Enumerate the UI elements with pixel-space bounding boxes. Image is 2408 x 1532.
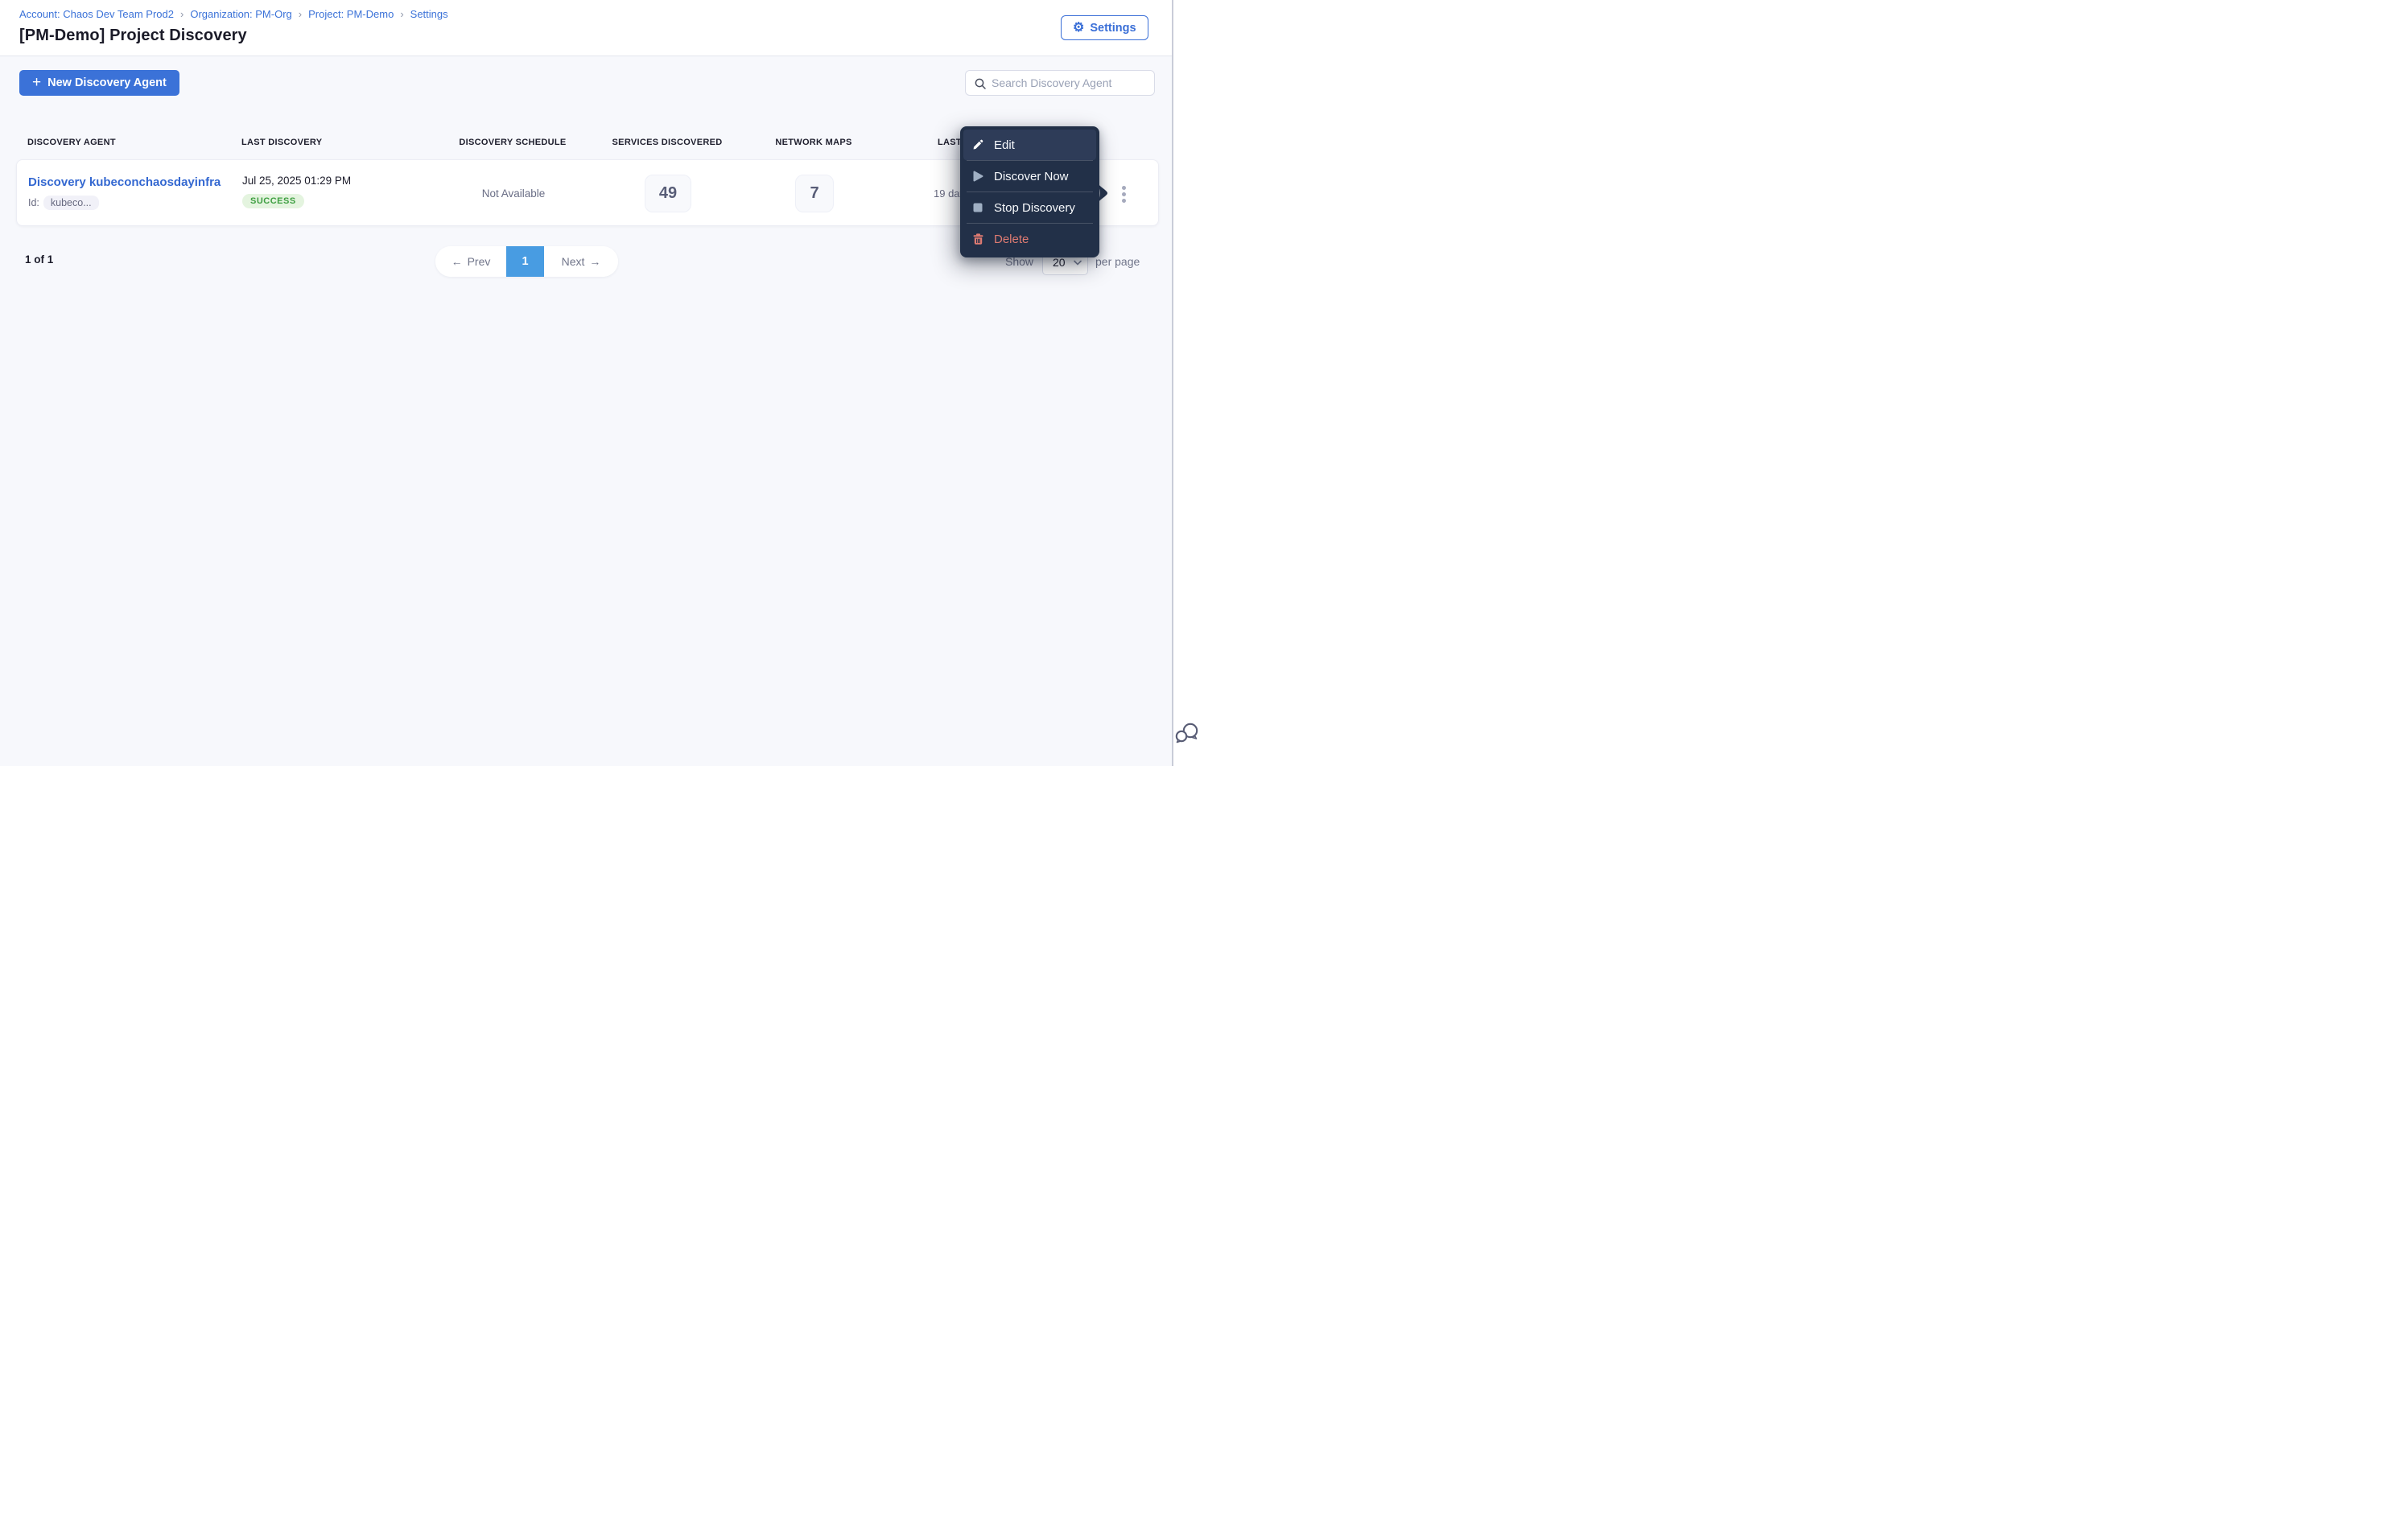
search-icon	[975, 78, 986, 89]
next-label: Next	[561, 255, 585, 268]
agent-id: Id: kubeco...	[28, 196, 99, 210]
next-page-button[interactable]: Next →	[544, 246, 618, 277]
chevron-right-icon: ›	[400, 8, 404, 20]
gear-icon: ⚙	[1073, 20, 1085, 35]
column-header-discovery-agent: DISCOVERY AGENT	[27, 138, 116, 147]
last-discovery-date: Jul 25, 2025 01:29 PM	[242, 175, 352, 187]
arrow-left-icon: ←	[451, 255, 463, 268]
vertical-divider	[1172, 0, 1173, 766]
breadcrumb-organization-link[interactable]: Organization: PM-Org	[190, 8, 291, 20]
discovery-schedule-value: Not Available	[481, 187, 546, 200]
row-actions-context-menu: Edit Discover Now Stop Discovery Delete	[960, 126, 1107, 257]
prev-label: Prev	[467, 255, 491, 268]
search-input[interactable]	[992, 71, 1151, 95]
column-header-discovery-schedule: DISCOVERY SCHEDULE	[459, 138, 567, 147]
stop-icon	[972, 203, 983, 212]
page-header: Account: Chaos Dev Team Prod2 › Organiza…	[0, 0, 1172, 56]
arrow-right-icon: →	[589, 255, 601, 268]
agent-id-label: Id:	[28, 197, 39, 208]
menu-item-delete-label: Delete	[994, 232, 1029, 246]
menu-item-discover-now[interactable]: Discover Now	[963, 161, 1096, 192]
page-summary: 1 of 1	[25, 253, 54, 266]
menu-item-discover-now-label: Discover Now	[994, 169, 1069, 183]
new-discovery-agent-button[interactable]: + New Discovery Agent	[19, 70, 179, 96]
new-discovery-agent-label: New Discovery Agent	[47, 76, 167, 89]
column-header-last-discovery: LAST DISCOVERY	[241, 138, 323, 147]
play-icon	[972, 171, 983, 182]
page-1-button[interactable]: 1	[506, 246, 544, 277]
column-header-network-maps: NETWORK MAPS	[775, 138, 852, 147]
breadcrumb-account-link[interactable]: Account: Chaos Dev Team Prod2	[19, 8, 174, 20]
settings-button[interactable]: ⚙ Settings	[1061, 15, 1148, 40]
services-discovered-count: 49	[645, 175, 691, 212]
prev-page-button[interactable]: ← Prev	[435, 246, 506, 277]
project-discovery-page: Account: Chaos Dev Team Prod2 › Organiza…	[0, 0, 1204, 766]
popover-caret	[1098, 183, 1107, 203]
column-header-services-discovered: SERVICES DISCOVERED	[612, 138, 723, 147]
help-chat-button[interactable]	[1174, 722, 1200, 746]
breadcrumb-project-link[interactable]: Project: PM-Demo	[308, 8, 394, 20]
breadcrumb-settings-link[interactable]: Settings	[410, 8, 448, 20]
menu-item-delete[interactable]: Delete	[963, 224, 1096, 254]
status-badge: SUCCESS	[242, 194, 304, 208]
search-box	[965, 70, 1155, 96]
agent-id-value: kubeco...	[43, 196, 99, 210]
trash-icon	[972, 233, 983, 245]
menu-item-stop-discovery[interactable]: Stop Discovery	[963, 192, 1096, 223]
plus-icon: +	[32, 74, 42, 91]
menu-item-stop-discovery-label: Stop Discovery	[994, 200, 1075, 215]
discovery-agent-link[interactable]: Discovery kubeconchaosdayinfra	[28, 175, 221, 189]
menu-item-edit-label: Edit	[994, 138, 1015, 152]
chevron-right-icon: ›	[298, 8, 303, 20]
menu-item-edit[interactable]: Edit	[963, 130, 1096, 160]
network-maps-count: 7	[795, 175, 834, 212]
pagination: ← Prev 1 Next →	[435, 246, 618, 277]
page-title: [PM-Demo] Project Discovery	[19, 27, 247, 44]
row-actions-kebab-button[interactable]	[1114, 180, 1133, 208]
per-page-label: per page	[1095, 255, 1140, 268]
chevron-down-icon	[1074, 260, 1082, 266]
chevron-right-icon: ›	[179, 8, 184, 20]
pen-icon	[972, 139, 983, 150]
settings-button-label: Settings	[1090, 21, 1136, 35]
column-header-last-truncated: LAST	[938, 138, 962, 147]
breadcrumb: Account: Chaos Dev Team Prod2 › Organiza…	[19, 8, 448, 20]
right-strip	[1173, 0, 1204, 766]
chat-bubbles-icon	[1175, 723, 1198, 743]
